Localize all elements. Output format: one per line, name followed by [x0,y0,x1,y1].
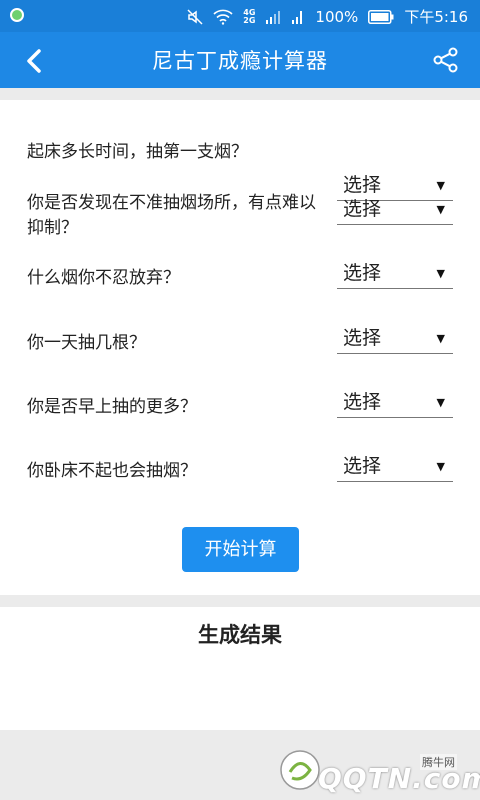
select-value: 选择 [343,262,382,284]
wifi-icon [213,9,233,25]
share-icon[interactable] [432,46,460,74]
question-select[interactable]: 选择 ▼ [337,452,453,482]
dropdown-arrow-icon: ▼ [436,267,445,280]
dropdown-arrow-icon: ▼ [436,396,445,409]
question-select[interactable]: 选择 ▼ [337,259,453,289]
signal-icon [265,9,281,25]
dropdown-arrow-icon: ▼ [436,460,445,473]
battery-icon [368,9,394,24]
question-label: 你是否发现在不准抽烟场所，有点难以抑制？ [27,193,316,238]
status-icons: 4G 2G 100% 下午5:16 [187,6,468,27]
question-label: 你是否早上抽的更多？ [27,397,197,417]
select-value: 选择 [343,198,382,220]
notification-app-icon [10,8,24,22]
clock: 下午5:16 [404,8,468,26]
app-bar: 尼古丁成瘾计算器 [0,32,480,88]
question-label: 你一天抽几根？ [27,333,146,353]
network-type-label: 4G 2G [243,7,256,25]
dropdown-arrow-icon: ▼ [436,332,445,345]
start-calculation-button[interactable]: 开始计算 [182,527,299,572]
page-title: 尼古丁成瘾计算器 [152,49,328,73]
dropdown-arrow-icon: ▼ [436,203,445,216]
question-select[interactable]: 选择 ▼ [337,324,453,354]
battery-percent: 100% [315,7,359,26]
result-title: 生成结果 [198,623,282,647]
mute-icon [187,8,203,25]
question-select[interactable]: 选择 ▼ [337,195,453,225]
status-bar: 4G 2G 100% 下午5:16 [0,0,480,32]
select-value: 选择 [343,327,382,349]
question-label: 什么烟你不忍放弃？ [27,268,180,288]
signal-icon-2 [291,9,305,25]
select-value: 选择 [343,391,382,413]
question-select[interactable]: 选择 ▼ [337,388,453,418]
select-value: 选择 [343,455,382,477]
watermark-logo-icon [278,748,322,792]
result-section: 生成结果 [0,607,480,730]
dropdown-arrow-icon: ▼ [436,179,445,192]
questionnaire-form: 起床多长时间，抽第一支烟？ 选择 ▼ 你是否发现在不准抽烟场所，有点难以抑制？ … [0,100,480,595]
question-label: 起床多长时间，抽第一支烟？ [27,142,248,162]
question-label: 你卧床不起也会抽烟？ [27,461,197,481]
watermark-cn: 腾牛网 [420,754,457,770]
